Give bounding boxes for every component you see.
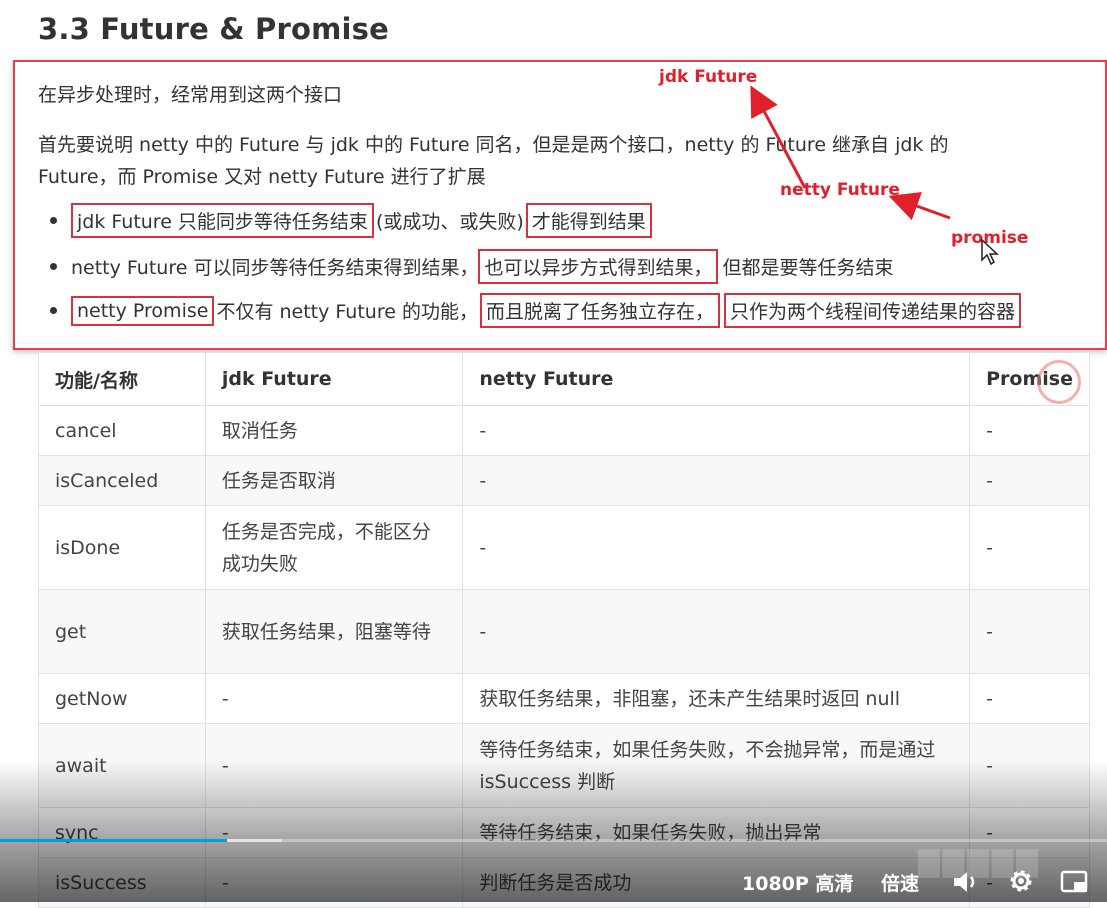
table-cell: 任务是否完成，不能区分成功失败 [204,505,464,590]
header-cell: 功能/名称 [38,352,206,406]
highlight-box: jdk Future 只能同步等待任务结束 [71,203,374,238]
mouse-cursor-icon [981,238,999,266]
highlight-box: 只作为两个线程间传递结果的容器 [723,293,1021,328]
annotation-jdk-future: jdk Future [659,67,758,87]
table-cell: - [969,505,1090,590]
table-cell: get [38,589,206,674]
intro-text: 在异步处理时，经常用到这两个接口 [38,84,343,106]
para1-line1: 首先要说明 netty 中的 Future 与 jdk 中的 Future 同名… [38,134,949,156]
table-cell: - [969,673,1090,724]
bullet-text: 但都是要等任务结束 [722,257,894,279]
progress-bar[interactable] [0,839,1107,842]
highlight-box: 才能得到结果 [525,203,652,238]
bullet-jdk-future: jdk Future 只能同步等待任务结束 (或成功、或失败) 才能得到结果 [50,203,652,238]
table-cell: cancel [38,405,206,456]
table-cell: isCanceled [38,455,206,506]
bullet-dot [50,307,57,314]
bullet-text: (或成功、或失败) [375,211,524,233]
table-cell: - [462,405,971,456]
header-cell: netty Future [462,352,971,406]
table-cell: - [969,589,1090,674]
table-cell: - [969,405,1090,456]
pip-icon[interactable] [1060,869,1090,895]
gear-icon[interactable] [1007,867,1035,895]
quality-button[interactable]: 1080P 高清 [742,869,853,896]
highlight-box: 也可以异步方式得到结果， [478,249,719,284]
player-controls-overlay [0,760,1107,902]
table-cell: 取消任务 [204,405,464,456]
table-cell: - [462,589,971,674]
table-cell: 获取任务结果，阻塞等待 [204,589,464,674]
table-row: isCanceled 任务是否取消 - - [38,455,1090,506]
cursor-highlight-circle [1037,360,1081,404]
speed-button[interactable]: 倍速 [881,869,919,896]
bullet-text: netty Future 可以同步等待任务结束得到结果， [71,257,479,279]
section-title: 3.3 Future & Promise [38,12,390,46]
table-cell: getNow [38,673,206,724]
para1-line2: Future，而 Promise 又对 netty Future 进行了扩展 [38,166,486,188]
table-cell: 任务是否取消 [204,455,464,506]
bullet-dot [50,217,57,224]
table-cell: - [204,673,464,724]
highlight-box: 而且脱离了任务独立存在， [479,293,720,328]
bullet-text: 不仅有 netty Future 的功能， [216,301,478,323]
table-cell: isDone [38,505,206,590]
table-row: isDone 任务是否完成，不能区分成功失败 - - [38,505,1090,590]
highlight-box: netty Promise [71,295,215,326]
speaker-icon[interactable] [952,869,980,895]
bullet-netty-promise: netty Promise 不仅有 netty Future 的功能， 而且脱离… [50,293,1021,328]
table-cell: - [462,505,971,590]
bullet-netty-future: netty Future 可以同步等待任务结束得到结果， 也可以异步方式得到结果… [50,249,894,284]
table-row: cancel 取消任务 - - [38,405,1090,456]
header-cell: jdk Future [204,352,464,406]
table-cell: 获取任务结果，非阻塞，还未产生结果时返回 null [462,673,971,724]
table-row: getNow - 获取任务结果，非阻塞，还未产生结果时返回 null - [38,673,1090,724]
annotation-netty-future: netty Future [780,180,900,200]
table-header-row: 功能/名称 jdk Future netty Future Promise [38,352,1090,406]
progress-played [0,839,227,842]
table-cell: - [462,455,971,506]
table-cell: - [969,455,1090,506]
table-row: get 获取任务结果，阻塞等待 - - [38,589,1090,674]
bullet-dot [50,263,57,270]
